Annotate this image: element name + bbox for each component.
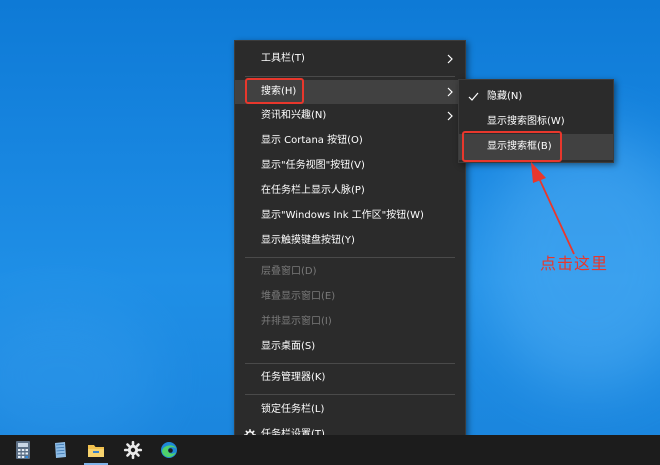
menu-item-label: 资讯和兴趣(N) — [261, 110, 327, 121]
submenu-item-label: 隐藏(N) — [487, 91, 523, 102]
submenu-item-hidden[interactable]: 隐藏(N) — [459, 84, 613, 110]
edge-browser-icon[interactable] — [159, 440, 179, 460]
menu-separator — [245, 76, 455, 77]
menu-item-show-task-view[interactable]: 显示"任务视图"按钮(V) — [235, 154, 465, 178]
menu-item-show-touch-keyboard[interactable]: 显示触摸键盘按钮(Y) — [235, 229, 465, 253]
menu-item-label: 堆叠显示窗口(E) — [261, 291, 336, 302]
taskbar — [0, 435, 660, 465]
calculator-icon[interactable] — [13, 440, 33, 460]
chevron-right-icon — [447, 54, 453, 64]
notepad-icon[interactable] — [50, 440, 70, 460]
menu-item-side-by-side-windows: 并排显示窗口(I) — [235, 310, 465, 334]
chevron-right-icon — [447, 87, 453, 97]
menu-item-toolbars[interactable]: 工具栏(T) — [235, 47, 465, 71]
menu-item-label: 工具栏(T) — [261, 53, 305, 64]
menu-item-label: 锁定任务栏(L) — [261, 404, 325, 415]
annotation-label: 点击这里 — [540, 254, 609, 273]
file-explorer-icon[interactable] — [86, 440, 106, 460]
annotation-arrow — [531, 162, 575, 255]
menu-item-label: 显示"Windows Ink 工作区"按钮(W) — [261, 210, 424, 221]
menu-item-task-manager[interactable]: 任务管理器(K) — [235, 366, 465, 390]
menu-separator — [245, 257, 455, 258]
menu-item-label: 层叠窗口(D) — [261, 266, 317, 277]
menu-separator — [245, 394, 455, 395]
menu-item-label: 显示触摸键盘按钮(Y) — [261, 235, 355, 246]
wallpaper-glow — [0, 300, 160, 450]
menu-item-label: 显示桌面(S) — [261, 341, 316, 352]
submenu-item-label: 显示搜索图标(W) — [487, 116, 565, 127]
menu-item-label: 在任务栏上显示人脉(P) — [261, 185, 365, 196]
menu-item-show-windows-ink[interactable]: 显示"Windows Ink 工作区"按钮(W) — [235, 204, 465, 228]
menu-item-label: 显示"任务视图"按钮(V) — [261, 160, 365, 171]
menu-item-label: 任务管理器(K) — [261, 372, 326, 383]
settings-gear-icon[interactable] — [123, 440, 143, 460]
menu-separator — [245, 363, 455, 364]
menu-item-show-cortana[interactable]: 显示 Cortana 按钮(O) — [235, 129, 465, 153]
menu-item-show-people[interactable]: 在任务栏上显示人脉(P) — [235, 179, 465, 203]
menu-item-news-interests[interactable]: 资讯和兴趣(N) — [235, 104, 465, 128]
chevron-right-icon — [447, 111, 453, 121]
highlight-box-search — [245, 78, 304, 104]
checkmark-icon — [468, 92, 479, 101]
menu-item-stack-windows: 堆叠显示窗口(E) — [235, 285, 465, 309]
menu-item-cascade-windows: 层叠窗口(D) — [235, 260, 465, 284]
menu-item-lock-taskbar[interactable]: 锁定任务栏(L) — [235, 398, 465, 422]
desktop-background: 工具栏(T) 搜索(H) 资讯和兴趣(N) 显示 Cortana 按钮(O) 显… — [0, 0, 660, 465]
menu-item-label: 并排显示窗口(I) — [261, 316, 332, 327]
menu-item-label: 显示 Cortana 按钮(O) — [261, 135, 363, 146]
menu-item-show-desktop[interactable]: 显示桌面(S) — [235, 335, 465, 359]
